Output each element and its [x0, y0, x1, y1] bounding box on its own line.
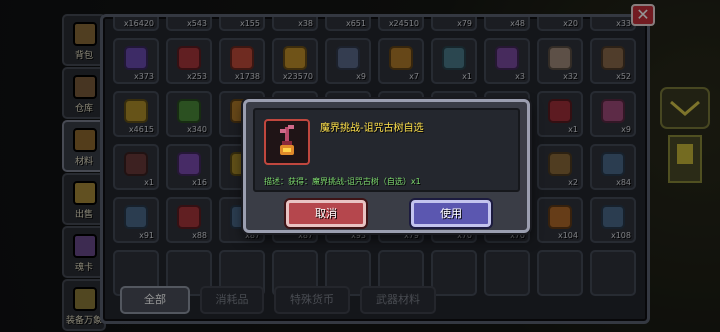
dialog-content: 魔界挑战-诅咒古树自选 描述：获得：魔界挑战-诅咒古树（自选）x1 — [253, 108, 520, 192]
use-button[interactable]: 使用 — [411, 200, 491, 227]
use-item-dialog: 魔界挑战-诅咒古树自选 描述：获得：魔界挑战-诅咒古树（自选）x1 取消 使用 — [243, 99, 530, 233]
dialog-title: 魔界挑战-诅咒古树自选 — [320, 123, 424, 134]
cancel-button[interactable]: 取消 — [286, 200, 366, 227]
cursed-tree-icon — [280, 125, 294, 155]
reward-item-slot — [264, 119, 310, 165]
dialog-description: 描述：获得：魔界挑战-诅咒古树（自选）x1 — [264, 177, 421, 186]
